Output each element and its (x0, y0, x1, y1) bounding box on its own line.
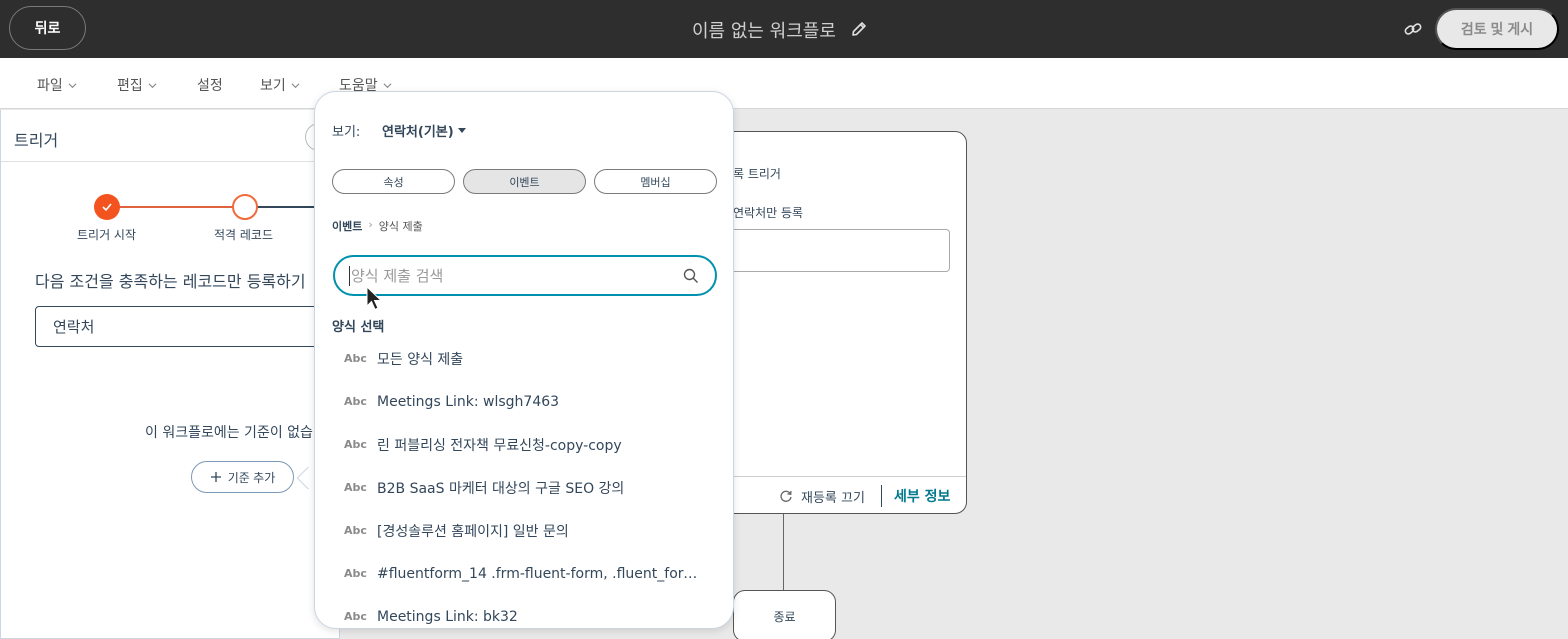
type-badge: Abc (344, 481, 367, 494)
list-item[interactable]: Abc [경성솔루션 홈페이지] 일반 문의 (315, 509, 733, 552)
step-label-eligible: 적격 레코드 (214, 228, 274, 242)
list-item-label: 린 퍼블리싱 전자책 무료신청-copy-copy (377, 437, 622, 454)
pencil-icon[interactable] (850, 20, 868, 38)
search-input[interactable]: 양식 제출 검색 (333, 255, 717, 296)
menu-file[interactable]: 파일 (37, 75, 77, 95)
card-criteria-box[interactable] (727, 229, 950, 272)
list-item-label: Meetings Link: bk32 (377, 608, 518, 625)
step-complete-marker (94, 194, 120, 220)
type-badge: Abc (344, 524, 367, 537)
tab-events[interactable]: 이벤트 (463, 169, 586, 194)
list-item-label: Meetings Link: wlsgh7463 (377, 393, 560, 410)
top-bar: 뒤로 이름 없는 워크플로 검토 및 게시 (0, 0, 1568, 58)
view-dropdown[interactable]: 연락처(기본) (382, 121, 466, 140)
chevron-down-icon (383, 82, 392, 88)
list-item[interactable]: Abc Meetings Link: wlsgh7463 (315, 380, 733, 423)
plus-icon (210, 472, 221, 482)
tab-properties[interactable]: 속성 (332, 169, 455, 194)
view-value: 연락처(기본) (382, 125, 454, 140)
list-item-label: #fluentform_14 .frm-fluent-form, .fluent… (377, 565, 707, 582)
add-criteria-label: 기준 추가 (227, 470, 276, 485)
card-register-text: 연락처만 등록 (733, 206, 804, 220)
filter-popover: 보기: 연락처(기본) 속성 이벤트 멤버십 이벤트 › 양식 제출 양식 제출… (314, 91, 734, 629)
type-badge: Abc (344, 352, 367, 365)
mouse-pointer-icon (366, 286, 383, 311)
panel-title: 트리거 (14, 131, 59, 150)
list-item[interactable]: Abc 모든 양식 제출 (315, 337, 733, 380)
add-criteria-button[interactable]: 기준 추가 (191, 461, 294, 493)
breadcrumb-current: 양식 제출 (378, 220, 423, 233)
list-item[interactable]: Abc Meetings Link: bk32 (315, 595, 733, 628)
workflow-title[interactable]: 이름 없는 워크플로 (692, 17, 836, 43)
progress-line-complete (106, 206, 244, 208)
object-select[interactable]: 연락처 (35, 306, 355, 347)
search-placeholder: 양식 제출 검색 (351, 267, 444, 285)
list-item[interactable]: Abc B2B SaaS 마케터 대상의 구글 SEO 강의 (315, 466, 733, 509)
menu-settings-label: 설정 (197, 78, 223, 94)
view-label: 보기: (332, 125, 361, 140)
type-badge: Abc (344, 395, 367, 408)
check-icon (102, 203, 112, 212)
step-label-start: 트리거 시작 (77, 228, 137, 242)
type-badge: Abc (344, 610, 367, 623)
trigger-panel: 트리거 트리거 시작 적격 레코드 다음 조건을 충족하는 레코드만 등록하기 … (0, 110, 355, 639)
breadcrumb-root[interactable]: 이벤트 (332, 218, 362, 234)
link-icon[interactable] (1403, 19, 1423, 39)
list-item-label: 모든 양식 제출 (377, 351, 464, 368)
step-current-marker (232, 194, 258, 220)
chevron-down-icon (291, 82, 300, 88)
card-footer: 재등록 끄기 세부 정보 (721, 476, 966, 514)
menu-view[interactable]: 보기 (260, 75, 300, 95)
chevron-down-icon (148, 82, 157, 88)
refresh-icon (780, 490, 792, 502)
type-badge: Abc (344, 567, 367, 580)
back-button[interactable]: 뒤로 (9, 6, 86, 50)
caret-down-icon (457, 128, 466, 133)
panel-header: 트리거 (1, 110, 345, 162)
breadcrumb: 이벤트 › 양식 제출 (332, 218, 423, 234)
list-item[interactable]: Abc 린 퍼블리싱 전자책 무료신청-copy-copy (315, 423, 733, 466)
menu-bar: 파일 편집 설정 보기 도움말 (0, 58, 1568, 109)
form-select-heading: 양식 선택 (332, 320, 385, 335)
connector-line (783, 514, 784, 591)
reenroll-off-label[interactable]: 재등록 끄기 (801, 487, 865, 506)
end-node[interactable]: 종료 (733, 590, 836, 639)
condition-title: 다음 조건을 충족하는 레코드만 등록하기 (35, 272, 306, 291)
type-badge: Abc (344, 438, 367, 451)
tab-memberships[interactable]: 멤버십 (594, 169, 717, 194)
footer-divider (881, 485, 882, 507)
list-item[interactable]: Abc #fluentform_14 .frm-fluent-form, .fl… (315, 552, 733, 595)
details-link[interactable]: 세부 정보 (894, 486, 950, 506)
trigger-card[interactable]: 록 트리거 연락처만 등록 재등록 끄기 세부 정보 (720, 131, 967, 514)
menu-file-label: 파일 (37, 78, 63, 94)
list-item-label: B2B SaaS 마케터 대상의 구글 SEO 강의 (377, 480, 625, 497)
menu-settings[interactable]: 설정 (197, 75, 223, 95)
chevron-down-icon (68, 82, 77, 88)
list-item-label: [경성솔루션 홈페이지] 일반 문의 (377, 523, 569, 540)
card-trigger-text: 록 트리거 (733, 167, 781, 181)
menu-edit-label: 편집 (117, 78, 143, 94)
search-icon (683, 268, 698, 283)
menu-edit[interactable]: 편집 (117, 75, 157, 95)
review-publish-button[interactable]: 검토 및 게시 (1435, 8, 1559, 50)
menu-view-label: 보기 (260, 78, 286, 94)
breadcrumb-separator: › (368, 218, 373, 231)
text-cursor (349, 265, 350, 286)
no-criteria-text: 이 워크플로에는 기준이 없습니 (145, 425, 326, 441)
